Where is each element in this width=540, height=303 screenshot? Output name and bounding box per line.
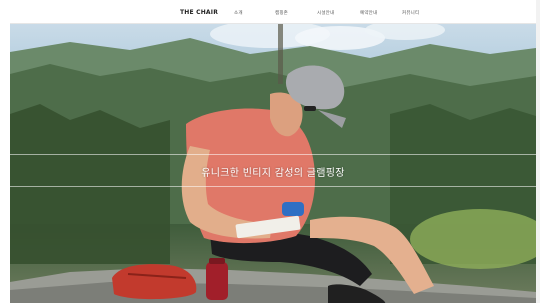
tagline-rule-top bbox=[10, 154, 536, 155]
hero-tagline: 유니크한 빈티지 감성의 글램핑장 bbox=[201, 168, 345, 179]
site-header: THE CHAIR 소개 캠핑존 시설안내 예약안내 커뮤니티 bbox=[10, 0, 536, 24]
hero-banner: 유니크한 빈티지 감성의 글램핑장 bbox=[10, 24, 536, 303]
nav-item-campzone[interactable]: 캠핑존 bbox=[275, 10, 288, 16]
nav-item-community[interactable]: 커뮤니티 bbox=[402, 10, 419, 16]
nav-item-reservation[interactable]: 예약안내 bbox=[360, 10, 377, 16]
page: THE CHAIR 소개 캠핑존 시설안내 예약안내 커뮤니티 유니크한 빈티지… bbox=[0, 0, 540, 303]
site-logo[interactable]: THE CHAIR bbox=[180, 9, 218, 16]
tagline-rule-bottom bbox=[10, 186, 536, 187]
nav-item-about[interactable]: 소개 bbox=[234, 10, 243, 16]
page-edge bbox=[536, 0, 540, 303]
nav-item-facilities[interactable]: 시설안내 bbox=[317, 10, 334, 16]
